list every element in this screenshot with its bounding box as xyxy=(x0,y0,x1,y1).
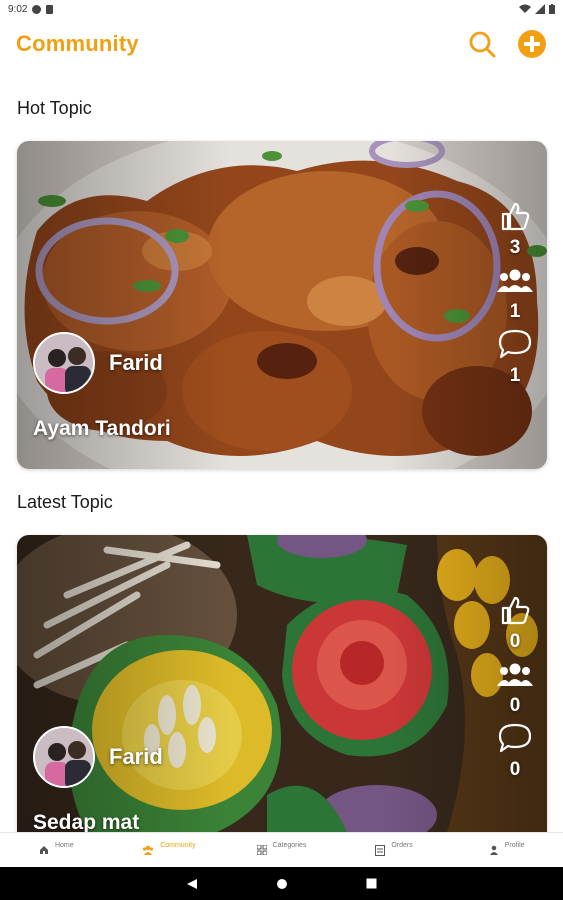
latest-topic-heading: Latest Topic xyxy=(17,492,113,512)
system-home-button[interactable] xyxy=(276,878,288,890)
avatar xyxy=(33,332,95,394)
avatar xyxy=(33,726,95,788)
post-title: Sedap mat xyxy=(33,811,140,832)
members-button[interactable] xyxy=(497,263,533,297)
like-count: 3 xyxy=(509,237,521,258)
community-icon xyxy=(143,845,154,855)
like-count: 0 xyxy=(509,631,521,652)
page-title: Community xyxy=(16,31,139,56)
comment-count: 1 xyxy=(509,365,521,386)
bottom-navigation: Home Community Categories Orders Profile xyxy=(0,832,563,867)
comment-icon xyxy=(498,329,532,359)
notification-icon xyxy=(32,4,42,14)
latest-topic-card[interactable]: Farid Sedap mat 0 0 0 xyxy=(17,535,547,832)
hot-topic-heading: Hot Topic xyxy=(17,98,92,118)
post-title: Ayam Tandori xyxy=(33,417,171,440)
app-header: Community xyxy=(0,22,563,66)
member-count: 1 xyxy=(509,301,521,322)
author-name: Farid xyxy=(109,350,163,375)
system-navigation-bar xyxy=(0,867,563,900)
recents-square-icon xyxy=(366,878,377,889)
system-recents-button[interactable] xyxy=(366,878,377,889)
nav-orders-label: Orders xyxy=(391,841,413,849)
post-stats: 3 1 1 xyxy=(493,199,537,391)
post-author[interactable]: Farid xyxy=(33,726,163,788)
comment-icon xyxy=(498,723,532,753)
home-icon xyxy=(39,846,48,854)
system-back-button[interactable] xyxy=(186,878,198,890)
person-icon xyxy=(489,845,498,855)
member-count: 0 xyxy=(509,695,521,716)
thumbs-up-icon xyxy=(501,596,530,625)
hot-topic-card[interactable]: Farid Ayam Tandori 3 1 1 xyxy=(17,141,547,469)
sim-icon xyxy=(46,4,54,14)
battery-icon xyxy=(549,4,555,14)
group-icon xyxy=(497,269,533,292)
search-button[interactable] xyxy=(467,29,497,59)
search-icon xyxy=(469,31,496,58)
like-button[interactable] xyxy=(497,593,533,627)
author-name: Farid xyxy=(109,744,163,769)
nav-categories[interactable]: Categories xyxy=(225,833,338,867)
plus-circle-icon xyxy=(518,30,546,58)
orders-icon xyxy=(375,844,386,856)
like-button[interactable] xyxy=(497,199,533,233)
home-circle-icon xyxy=(277,878,287,889)
post-author[interactable]: Farid xyxy=(33,332,163,394)
thumbs-up-icon xyxy=(501,202,530,231)
nav-profile-label: Profile xyxy=(504,841,525,849)
signal-icon xyxy=(535,4,545,14)
nav-community-label: Community xyxy=(160,841,196,849)
nav-home[interactable]: Home xyxy=(0,833,113,867)
nav-categories-label: Categories xyxy=(272,841,307,849)
back-triangle-icon xyxy=(187,878,197,889)
wifi-icon xyxy=(519,4,531,13)
add-post-button[interactable] xyxy=(517,29,547,59)
nav-home-label: Home xyxy=(54,841,74,849)
status-bar: 9:02 xyxy=(0,0,563,18)
nav-community[interactable]: Community xyxy=(113,833,226,867)
members-button[interactable] xyxy=(497,657,533,691)
comment-count: 0 xyxy=(509,759,521,780)
nav-orders[interactable]: Orders xyxy=(338,833,451,867)
grid-icon xyxy=(256,845,267,855)
nav-profile[interactable]: Profile xyxy=(450,833,563,867)
status-time: 9:02 xyxy=(8,3,28,15)
post-stats: 0 0 0 xyxy=(493,593,537,785)
comment-button[interactable] xyxy=(497,327,533,361)
comment-button[interactable] xyxy=(497,721,533,755)
group-icon xyxy=(497,663,533,686)
